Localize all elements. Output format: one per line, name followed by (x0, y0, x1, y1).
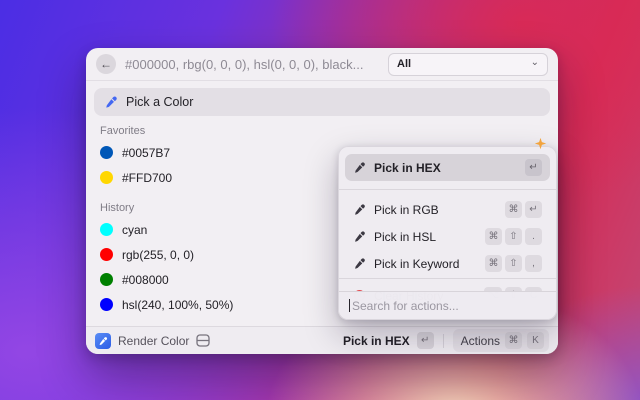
app-name: Render Color (118, 334, 189, 348)
shift-key-badge: ⇧ (505, 228, 522, 245)
color-label: cyan (122, 223, 147, 237)
actions-popup: Pick in HEX ↵ Pick in RGB ⌘ ↵ Pick in HS… (338, 146, 557, 320)
popup-divider (339, 189, 556, 190)
color-label: #008000 (122, 273, 169, 287)
action-label: Pick in RGB (374, 203, 497, 217)
return-key-badge: ↵ (525, 159, 542, 176)
action-pick-in-hsl[interactable]: Pick in HSL ⌘ ⇧ . (345, 223, 550, 250)
list-item-pick-a-color[interactable]: Pick a Color (94, 88, 550, 116)
action-pick-in-rgb[interactable]: Pick in RGB ⌘ ↵ (345, 196, 550, 223)
color-label: #FFD700 (122, 171, 172, 185)
actions-search-placeholder: Search for actions... (352, 299, 459, 313)
eyedropper-icon (98, 336, 108, 346)
eyedropper-icon (353, 230, 366, 243)
cmd-key-badge: ⌘ (505, 201, 522, 218)
printer-icon (196, 334, 210, 347)
app-icon (95, 333, 111, 349)
window-footer: Render Color Pick in HEX ↵ Actions ⌘ K (86, 326, 558, 354)
color-swatch (100, 298, 113, 311)
eyedropper-icon (353, 161, 366, 174)
color-swatch (100, 273, 113, 286)
filter-dropdown[interactable]: All ⌄ (388, 53, 548, 76)
eyedropper-icon (353, 257, 366, 270)
section-label-favorites: Favorites (100, 125, 558, 137)
cmd-key-badge: ⌘ (485, 255, 502, 272)
color-search-input[interactable]: #000000, rbg(0, 0, 0), hsl(0, 0, 0), bla… (125, 57, 379, 72)
chevron-down-icon: ⌄ (531, 57, 539, 68)
cmd-key-badge: ⌘ (505, 332, 522, 349)
color-swatch (100, 223, 113, 236)
color-label: rgb(255, 0, 0) (122, 248, 194, 262)
action-label: Pick in HEX (374, 161, 517, 175)
window-header: ← #000000, rbg(0, 0, 0), hsl(0, 0, 0), b… (86, 48, 558, 81)
filter-dropdown-value: All (397, 58, 411, 70)
footer-divider (443, 334, 444, 348)
color-label: hsl(240, 100%, 50%) (122, 298, 233, 312)
color-label: #0057B7 (122, 146, 170, 160)
action-pick-in-keyword[interactable]: Pick in Keyword ⌘ ⇧ , (345, 250, 550, 277)
k-key-badge: K (527, 332, 544, 349)
actions-label: Actions (461, 334, 500, 348)
action-label: Pick in HSL (374, 230, 477, 244)
action-pick-in-hex[interactable]: Pick in HEX ↵ (345, 154, 550, 181)
cmd-key-badge: ⌘ (485, 228, 502, 245)
eyedropper-icon (353, 203, 366, 216)
shift-key-badge: ⇧ (505, 255, 522, 272)
return-key-badge: ↵ (417, 332, 434, 349)
actions-search-input[interactable]: Search for actions... (339, 291, 556, 319)
comma-key-badge: , (525, 255, 542, 272)
actions-menu-button[interactable]: Actions ⌘ K (453, 329, 549, 352)
color-swatch (100, 146, 113, 159)
return-key-badge: ↵ (525, 201, 542, 218)
period-key-badge: . (525, 228, 542, 245)
primary-action-button[interactable]: Pick in HEX (343, 334, 410, 348)
color-swatch (100, 248, 113, 261)
eyedropper-icon (104, 95, 118, 109)
color-swatch (100, 171, 113, 184)
text-caret (349, 299, 350, 312)
desktop-background: ← #000000, rbg(0, 0, 0), hsl(0, 0, 0), b… (0, 0, 640, 400)
favorite-star-icon (534, 137, 547, 150)
popup-divider (339, 278, 556, 279)
action-label: Pick in Keyword (374, 257, 477, 271)
back-button[interactable]: ← (96, 54, 116, 74)
command-label: Pick a Color (126, 95, 193, 109)
